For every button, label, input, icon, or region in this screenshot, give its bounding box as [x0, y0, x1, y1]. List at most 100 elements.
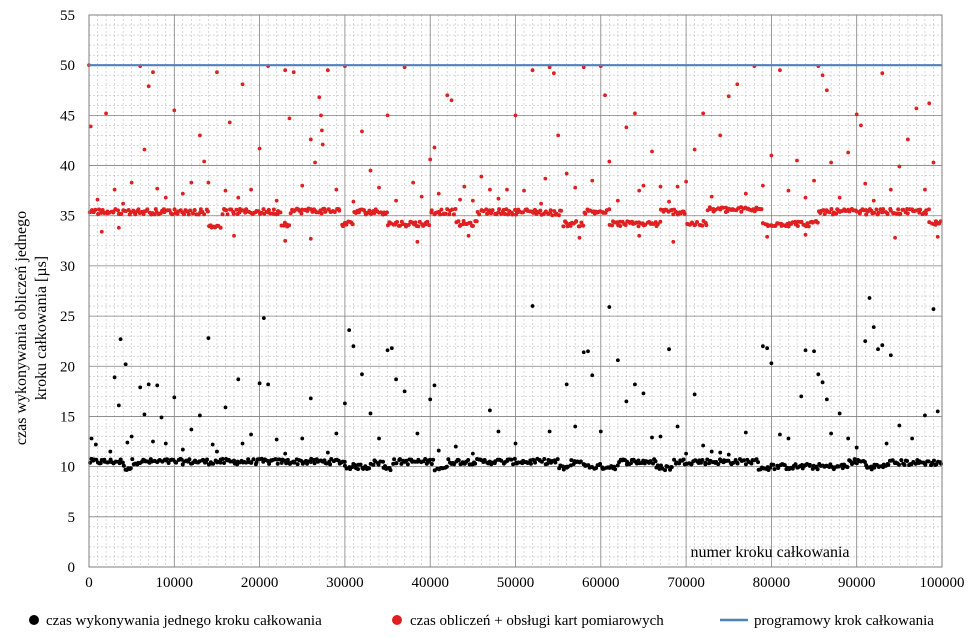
- data-point: [95, 197, 100, 202]
- data-point: [735, 82, 740, 87]
- data-point: [249, 187, 253, 192]
- data-point: [613, 467, 618, 472]
- data-point: [155, 383, 160, 388]
- data-point: [581, 350, 586, 355]
- data-point: [624, 125, 629, 130]
- data-point: [931, 307, 936, 311]
- data-point: [351, 344, 356, 349]
- x-tick-label: 10000: [156, 575, 194, 591]
- data-point: [598, 462, 603, 467]
- data-point: [509, 457, 514, 462]
- legend-label-blue: programowy krok całkowania: [754, 613, 934, 629]
- data-point: [512, 456, 517, 461]
- data-point: [394, 377, 398, 382]
- data-point: [653, 459, 658, 464]
- data-point: [935, 234, 940, 239]
- data-point: [522, 188, 526, 193]
- data-point: [220, 212, 225, 217]
- data-point: [266, 382, 271, 387]
- data-point: [718, 450, 723, 455]
- data-point: [905, 211, 910, 216]
- data-point: [671, 239, 676, 244]
- data-point: [743, 191, 748, 196]
- data-point: [165, 457, 170, 462]
- data-point: [142, 412, 147, 417]
- data-point: [935, 409, 940, 414]
- data-point: [319, 113, 323, 118]
- data-point: [112, 187, 117, 192]
- data-point: [232, 233, 236, 238]
- data-point: [275, 461, 280, 466]
- data-point: [189, 427, 194, 432]
- data-point: [223, 188, 228, 193]
- data-point: [453, 444, 458, 449]
- data-point: [172, 207, 177, 212]
- data-point: [607, 305, 612, 309]
- data-point: [885, 212, 890, 217]
- data-point: [896, 462, 901, 467]
- data-point: [347, 328, 352, 333]
- data-point: [97, 207, 102, 212]
- data-point: [202, 159, 207, 164]
- data-point: [899, 458, 904, 463]
- data-point: [684, 179, 688, 184]
- data-point: [466, 458, 471, 463]
- data-point: [197, 413, 202, 418]
- data-point: [360, 129, 364, 134]
- data-point: [300, 183, 305, 188]
- data-point: [682, 211, 687, 216]
- data-point: [180, 447, 185, 452]
- data-point: [551, 71, 556, 76]
- data-point: [561, 224, 566, 229]
- data-point: [257, 381, 262, 386]
- data-point: [439, 207, 444, 212]
- data-point: [829, 160, 834, 165]
- y-tick-label: 50: [60, 58, 75, 74]
- data-point: [598, 429, 603, 434]
- y-axis-title-line-1: czas wykonywania obliczeń jednego: [13, 211, 30, 445]
- data-point: [881, 207, 886, 212]
- data-point: [812, 349, 816, 354]
- data-point: [633, 111, 637, 116]
- data-point: [129, 434, 134, 439]
- data-point: [590, 373, 595, 378]
- y-tick-label: 55: [60, 8, 75, 24]
- legend-marker-black: [29, 615, 39, 625]
- data-point: [607, 159, 612, 164]
- data-point: [854, 112, 859, 117]
- data-point: [765, 234, 770, 239]
- data-point: [547, 429, 552, 434]
- data-point: [343, 401, 347, 406]
- data-point: [513, 113, 518, 118]
- data-point: [505, 187, 509, 192]
- data-point: [749, 461, 754, 466]
- data-point: [224, 208, 229, 213]
- data-point: [159, 415, 164, 420]
- data-point: [477, 212, 482, 217]
- data-point: [116, 403, 121, 408]
- data-point: [93, 207, 98, 212]
- data-point: [496, 429, 501, 434]
- data-point: [206, 336, 211, 341]
- data-point: [658, 434, 663, 439]
- data-point: [291, 70, 296, 75]
- data-point: [837, 411, 842, 416]
- data-point: [927, 101, 932, 106]
- data-point: [192, 208, 197, 213]
- data-point: [573, 424, 578, 429]
- data-point: [427, 223, 432, 228]
- data-point: [222, 461, 227, 466]
- data-point: [394, 461, 399, 466]
- data-point: [368, 411, 373, 416]
- data-point: [615, 198, 620, 203]
- legend-marker-red: [392, 615, 402, 625]
- data-point: [325, 68, 330, 73]
- data-point: [665, 464, 670, 469]
- y-tick-label: 35: [60, 209, 75, 225]
- data-point: [385, 348, 390, 353]
- data-point: [287, 223, 292, 228]
- data-point: [663, 468, 668, 473]
- data-point: [129, 180, 134, 185]
- data-point: [914, 106, 919, 111]
- data-point: [429, 462, 434, 467]
